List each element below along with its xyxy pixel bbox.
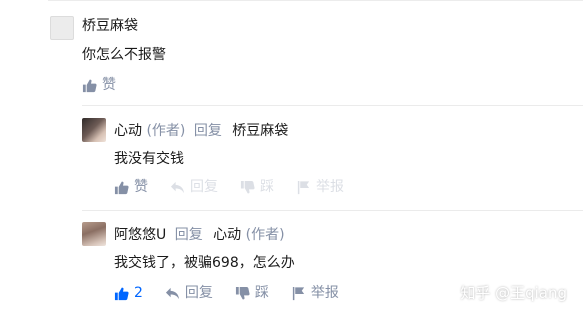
thumbs-up-icon — [114, 181, 129, 194]
reply-to-name[interactable]: 心动 — [213, 227, 241, 243]
report-button[interactable]: 举报 — [291, 283, 339, 303]
flag-icon — [292, 286, 305, 300]
comment-meta: 桥豆麻袋 — [82, 16, 138, 36]
author-name[interactable]: 桥豆麻袋 — [82, 18, 138, 34]
comment-text: 你怎么不报警 — [82, 47, 166, 63]
avatar[interactable] — [50, 16, 74, 40]
like-label: 赞 — [134, 179, 148, 195]
reply-arrow-icon — [170, 181, 185, 193]
author-name[interactable]: 心动 — [114, 123, 142, 139]
comment-divider — [82, 210, 583, 211]
like-button[interactable]: 赞 — [114, 177, 148, 197]
thumbs-down-icon — [235, 286, 250, 299]
comment-actions: 2 回复 踩 举报 — [114, 283, 361, 303]
like-button[interactable]: 2 — [114, 283, 143, 303]
reply-word: 回复 — [174, 227, 203, 243]
reply-word: 回复 — [193, 123, 222, 139]
reply-to-name[interactable]: 桥豆麻袋 — [232, 123, 288, 139]
flag-icon — [297, 180, 310, 194]
dislike-label: 踩 — [260, 179, 274, 195]
report-button[interactable]: 举报 — [296, 177, 344, 197]
avatar[interactable] — [82, 118, 106, 142]
comment-text: 我没有交钱 — [114, 151, 184, 167]
comment-divider — [82, 105, 583, 106]
reply-to-tag: (作者) — [245, 227, 285, 243]
comment-actions: 赞 回复 踩 举报 — [114, 177, 366, 197]
comment-text: 我交钱了，被骗698，怎么办 — [114, 255, 295, 271]
dislike-label: 踩 — [254, 285, 269, 301]
reply-label: 回复 — [184, 285, 213, 301]
like-label: 赞 — [102, 77, 116, 93]
like-count: 2 — [134, 285, 143, 301]
comment-meta: 心动 (作者) 回复 桥豆麻袋 — [114, 121, 288, 141]
dislike-button[interactable]: 踩 — [235, 283, 269, 303]
author-name[interactable]: 阿悠悠U — [114, 227, 166, 243]
dislike-button[interactable]: 踩 — [240, 177, 274, 197]
author-tag: (作者) — [146, 123, 186, 139]
reply-button[interactable]: 回复 — [170, 177, 218, 197]
reply-label: 回复 — [190, 179, 218, 195]
like-button[interactable]: 赞 — [82, 75, 116, 95]
thumbs-down-icon — [240, 180, 255, 193]
reply-button[interactable]: 回复 — [165, 283, 213, 303]
top-divider — [48, 0, 583, 1]
comment-meta: 阿悠悠U 回复 心动 (作者) — [114, 225, 285, 245]
thumbs-up-icon — [114, 287, 129, 300]
thumbs-up-icon — [82, 79, 97, 92]
watermark: 知乎 @王qiang — [460, 284, 567, 302]
report-label: 举报 — [316, 179, 344, 195]
comment-actions: 赞 — [82, 75, 138, 95]
avatar[interactable] — [82, 222, 106, 246]
report-label: 举报 — [310, 285, 339, 301]
reply-arrow-icon — [165, 287, 179, 299]
